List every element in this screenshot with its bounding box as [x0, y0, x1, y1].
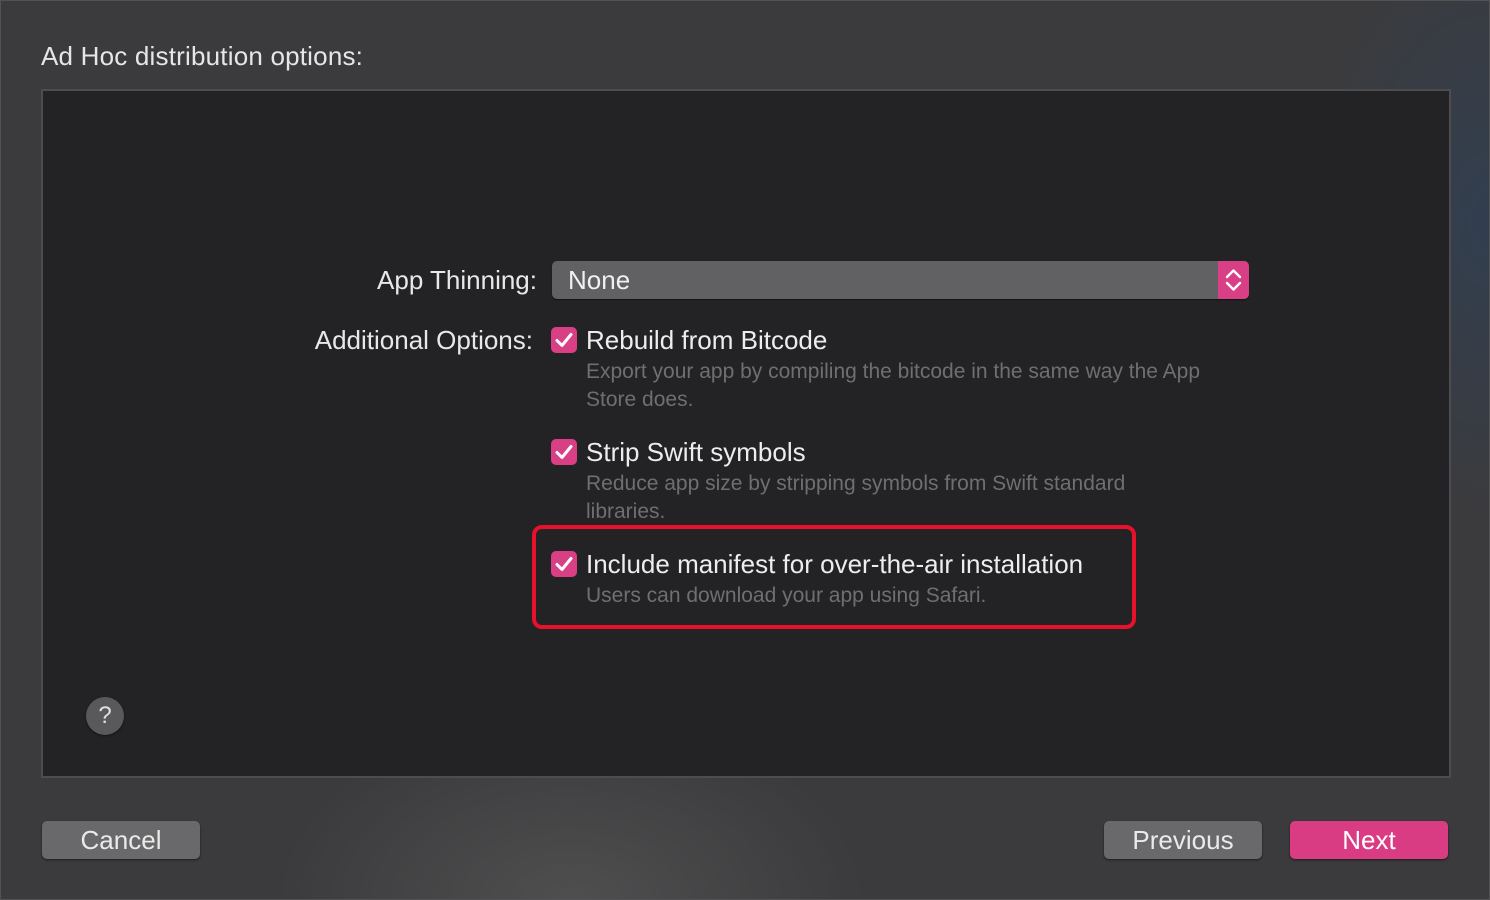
rebuild-bitcode-description: Export your app by compiling the bitcode… [586, 360, 1201, 411]
additional-options-label: Additional Options: [314, 325, 533, 355]
question-mark-icon: ? [98, 702, 112, 729]
cancel-button[interactable]: Cancel [42, 821, 200, 859]
dialog-heading: Ad Hoc distribution options: [41, 41, 364, 71]
previous-button[interactable]: Previous [1104, 821, 1262, 859]
rebuild-bitcode-checkbox[interactable] [551, 327, 577, 353]
checkmark-icon [555, 445, 573, 459]
strip-swift-symbols-title[interactable]: Strip Swift symbols [586, 437, 806, 468]
distribution-options-window: Ad Hoc distribution options: App Thinnin… [0, 0, 1490, 900]
options-panel: App Thinning: None Additional Options: R… [41, 89, 1451, 778]
app-thinning-label: App Thinning: [377, 265, 537, 295]
app-thinning-popup[interactable]: None [552, 261, 1249, 299]
strip-swift-symbols-checkbox[interactable] [551, 439, 577, 465]
help-button[interactable]: ? [86, 697, 124, 735]
highlight-annotation [532, 525, 1136, 629]
strip-swift-symbols-description: Reduce app size by stripping symbols fro… [586, 472, 1126, 523]
chevron-up-down-icon[interactable] [1218, 261, 1249, 299]
checkmark-icon [555, 333, 573, 347]
next-button[interactable]: Next [1290, 821, 1448, 859]
app-thinning-value: None [568, 265, 631, 295]
rebuild-bitcode-title[interactable]: Rebuild from Bitcode [586, 325, 827, 356]
